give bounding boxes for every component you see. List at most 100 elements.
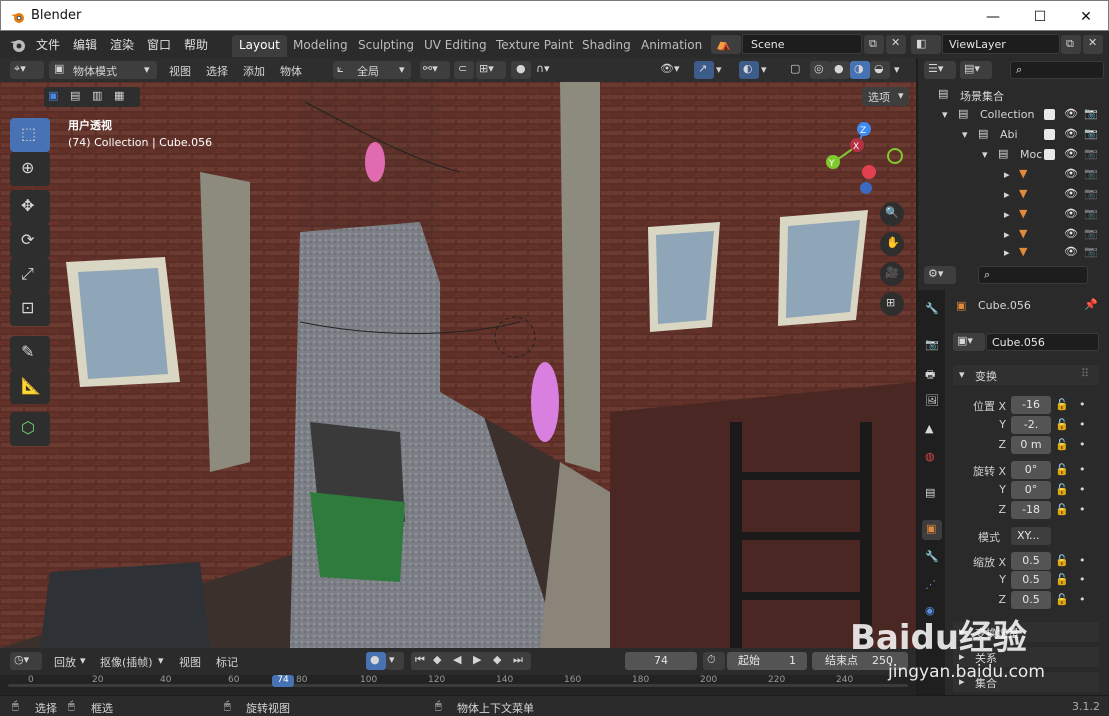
timeline-view-menu[interactable]: 视图 xyxy=(179,654,201,670)
pivot-point-button[interactable]: ⚯▾ xyxy=(420,61,450,79)
scale-y-field[interactable]: 0.5 xyxy=(1011,571,1051,589)
tool-measure[interactable]: 📐 xyxy=(10,370,50,404)
zoom-button[interactable]: 🔍 xyxy=(880,202,904,226)
play-icon[interactable]: ▶ xyxy=(473,653,481,666)
falloff-dropdown[interactable]: ∩▾ xyxy=(533,61,561,79)
viewport-menu-view[interactable]: 视图 xyxy=(169,63,191,79)
relations-header[interactable]: ▸ 关系 xyxy=(953,647,1099,667)
lock-icon[interactable]: 🔓 xyxy=(1055,554,1069,567)
location-z-field[interactable]: 0 m xyxy=(1011,436,1051,454)
tab-uv-editing[interactable]: UV Editing xyxy=(417,35,494,57)
keyframe-dot-icon[interactable]: • xyxy=(1079,573,1086,586)
pan-button[interactable]: ✋ xyxy=(880,232,904,256)
viewlayer-selector-button[interactable]: ◧ xyxy=(911,35,941,54)
timeline-editor-type[interactable]: ◷▾ xyxy=(10,652,42,670)
keyframe-dot-icon[interactable]: • xyxy=(1079,593,1086,606)
keyframe-dot-icon[interactable]: • xyxy=(1079,438,1086,451)
outliner-search-input[interactable]: ⌕ xyxy=(1010,61,1104,79)
outliner-row-object[interactable]: ▸ ▼ 👁 📷 xyxy=(918,245,1109,265)
shading-material[interactable]: ◑ xyxy=(850,61,870,79)
eye-icon[interactable]: 👁 xyxy=(1064,187,1078,200)
location-y-field[interactable]: -2. xyxy=(1011,416,1051,434)
properties-editor-type[interactable]: ⚙▾ xyxy=(924,266,956,284)
lock-icon[interactable]: 🔓 xyxy=(1055,593,1069,606)
menu-help[interactable]: 帮助 xyxy=(184,36,208,53)
camera-render-icon[interactable]: 📷 xyxy=(1084,187,1098,200)
gizmo-toggle[interactable]: ↗ xyxy=(694,61,714,79)
transform-panel-header[interactable]: ▾ 变换 ⠿ xyxy=(953,365,1099,385)
prev-keyframe-icon[interactable]: ◆ xyxy=(433,653,441,666)
camera-render-icon[interactable]: 📷 xyxy=(1084,227,1098,240)
rotation-x-field[interactable]: 0° xyxy=(1011,461,1051,479)
current-frame-field[interactable]: 74 xyxy=(625,652,697,670)
shading-rendered[interactable]: ◒ xyxy=(870,61,890,79)
tab-animation[interactable]: Animation xyxy=(634,35,709,57)
scene-name-field[interactable]: Scene xyxy=(742,34,862,54)
perspective-toggle-button[interactable]: ⊞ xyxy=(880,292,904,316)
tab-modeling[interactable]: Modeling xyxy=(286,35,355,57)
keyframe-dot-icon[interactable]: • xyxy=(1079,418,1086,431)
camera-render-icon[interactable]: 📷 xyxy=(1084,167,1098,180)
viewport-menu-select[interactable]: 选择 xyxy=(206,63,228,79)
eye-icon[interactable]: 👁 xyxy=(1064,147,1078,160)
tool-cursor[interactable]: ⊕ xyxy=(10,152,50,186)
overlay-toggle[interactable]: ◐ xyxy=(739,61,759,79)
menu-window[interactable]: 窗口 xyxy=(147,36,171,53)
overlay-dropdown[interactable]: ▾ xyxy=(759,61,773,79)
object-browse-button[interactable]: ▣▾ xyxy=(953,333,985,351)
tab-layout[interactable]: Layout xyxy=(232,35,287,57)
next-keyframe-icon[interactable]: ◆ xyxy=(493,653,501,666)
tab-physics[interactable]: ◉ xyxy=(922,602,942,622)
jump-start-icon[interactable]: ⏮ xyxy=(415,653,425,667)
tool-move[interactable]: ✥ xyxy=(10,190,50,224)
jump-end-icon[interactable]: ⏭ xyxy=(513,653,523,667)
exclude-checkbox[interactable] xyxy=(1044,149,1055,160)
viewlayer-name-field[interactable]: ViewLayer xyxy=(942,34,1060,54)
keyframe-dot-icon[interactable]: • xyxy=(1079,554,1086,567)
tab-object[interactable]: ▣ xyxy=(922,520,942,540)
timeline-ruler[interactable]: 0 20 40 60 74 80 100 120 140 160 180 200… xyxy=(0,675,916,695)
tool-select-box[interactable]: ⬚ xyxy=(10,118,50,152)
new-scene-button[interactable]: ⧉ xyxy=(864,35,884,54)
eye-icon[interactable]: 👁 xyxy=(1064,207,1078,220)
shading-wireframe[interactable]: ◎ xyxy=(810,61,830,79)
snap-toggle[interactable]: ⊂ xyxy=(454,61,474,79)
select-intersect-icon[interactable]: ▦ xyxy=(114,89,124,102)
tab-scene[interactable]: ▲ xyxy=(922,420,942,440)
preview-range-toggle[interactable]: ⏱ xyxy=(703,652,725,670)
delete-scene-button[interactable]: ✕ xyxy=(886,35,906,54)
proportional-edit-toggle[interactable]: ● xyxy=(511,61,531,79)
outliner-row-object[interactable]: ▸ ▼ 👁 📷 xyxy=(918,225,1109,245)
menu-file[interactable]: 文件 xyxy=(36,36,60,53)
new-viewlayer-button[interactable]: ⧉ xyxy=(1061,35,1081,54)
outliner-row-moc[interactable]: ▾ ▤ Moc 👁 📷 xyxy=(918,145,1109,165)
object-mode-dropdown[interactable]: ▣ 物体模式 ▾ xyxy=(49,61,157,79)
viewport-options-button[interactable]: 选项 ▾ xyxy=(862,87,909,106)
end-frame-field[interactable]: 结束点 250 xyxy=(812,652,908,670)
snap-settings-button[interactable]: ⊞▾ xyxy=(476,61,506,79)
rotation-mode-dropdown[interactable]: XY... xyxy=(1011,527,1051,545)
tab-output[interactable]: 🖶 xyxy=(922,364,942,384)
lock-icon[interactable]: 🔓 xyxy=(1055,438,1069,451)
minimize-button[interactable]: — xyxy=(970,1,1016,32)
navigation-gizmo[interactable]: Z X Y xyxy=(820,120,910,200)
keyframe-dot-icon[interactable]: • xyxy=(1079,463,1086,476)
object-visibility-button[interactable]: 👁▾ xyxy=(657,61,689,79)
menu-render[interactable]: 渲染 xyxy=(110,36,134,53)
tool-transform[interactable]: ⊡ xyxy=(10,292,50,326)
start-frame-field[interactable]: 起始 1 xyxy=(727,652,807,670)
menu-edit[interactable]: 编辑 xyxy=(73,36,97,53)
properties-search-input[interactable]: ⌕ xyxy=(978,266,1088,284)
exclude-checkbox[interactable] xyxy=(1044,109,1055,120)
play-reverse-icon[interactable]: ◀ xyxy=(453,653,461,666)
close-button[interactable]: ✕ xyxy=(1063,1,1109,32)
viewport-menu-add[interactable]: 添加 xyxy=(243,63,265,79)
scene-selector-button[interactable]: ⛺ xyxy=(711,35,741,54)
lock-icon[interactable]: 🔓 xyxy=(1055,398,1069,411)
outliner-row-object[interactable]: ▸ ▼ 👁 📷 xyxy=(918,185,1109,205)
outliner-editor-type[interactable]: ☰▾ xyxy=(924,61,956,79)
camera-view-button[interactable]: 🎥 xyxy=(880,262,904,286)
lock-icon[interactable]: 🔓 xyxy=(1055,503,1069,516)
shading-solid[interactable]: ● xyxy=(830,61,850,79)
outliner-display-mode[interactable]: ▤▾ xyxy=(960,61,992,79)
